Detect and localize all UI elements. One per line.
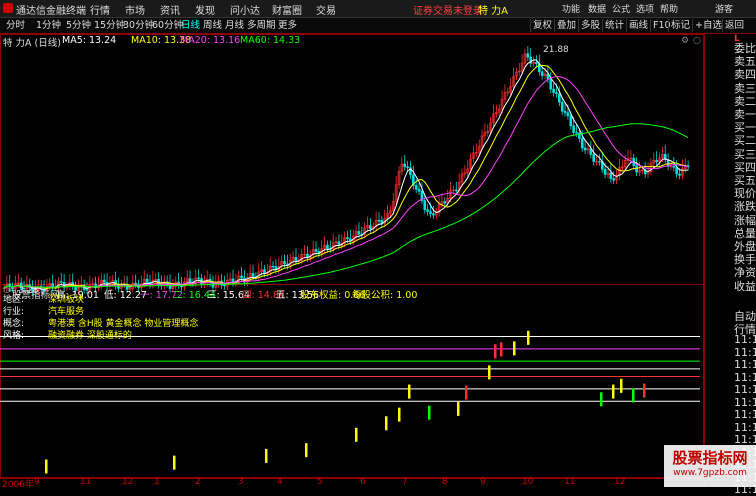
time-tick: 12 (614, 477, 626, 487)
indicator-row-value: 融资融券 深股通标的 (48, 331, 132, 341)
menu-quotes[interactable]: 行情 (90, 2, 110, 17)
time-tick: 1 (154, 477, 160, 487)
menu-function[interactable]: 功能 (562, 2, 580, 15)
overlay-button[interactable]: 叠加 (554, 19, 578, 32)
menu-discover[interactable]: 发现 (195, 2, 215, 17)
time-tick: 5 (317, 477, 323, 487)
chart-title: 特 力A (日线) (3, 38, 61, 49)
tab-1min[interactable]: 1分钟 (34, 19, 63, 32)
tab-more[interactable]: 更多 (276, 19, 299, 32)
tab-intraday[interactable]: 分时 (4, 19, 27, 32)
chart-canvas[interactable] (0, 34, 704, 478)
menu-market[interactable]: 市场 (125, 2, 145, 17)
stats-button[interactable]: 统计 (602, 19, 626, 32)
price-candles (2, 46, 690, 297)
watermark-url: www.7gpzb.com (673, 468, 747, 478)
tab-daily[interactable]: 日线 (179, 19, 202, 32)
tick-item: 11:1 (734, 408, 756, 421)
draw-button[interactable]: 画线 (626, 19, 650, 32)
time-tick: 7 (402, 477, 408, 487)
ma5-label: MA5: 13.24 (62, 35, 117, 46)
chart-settings-icon[interactable]: ⚙ (681, 36, 689, 46)
watermark: 股票指标网 www.7gpzb.com (664, 445, 756, 487)
moving-averages (3, 59, 689, 291)
time-tick: 10 (522, 477, 534, 487)
back-button[interactable]: 返回 (722, 19, 746, 32)
tick-item: 11:1 (734, 383, 756, 396)
time-tick: 9 (480, 477, 486, 487)
menu-trade[interactable]: 交易 (316, 2, 336, 17)
ma60-label: MA60: 14.33 (240, 35, 301, 46)
menu-options[interactable]: 选项 (636, 2, 654, 15)
tab-multi-period[interactable]: 多周期 (245, 19, 278, 32)
tick-item: 11:1 (734, 358, 756, 371)
mark-button[interactable]: 标记 (668, 19, 692, 32)
add-favorite-button[interactable]: +自选 (692, 19, 724, 32)
indicator-plot (0, 330, 700, 474)
tab-monthly[interactable]: 月线 (223, 19, 246, 32)
tab-weekly[interactable]: 周线 (201, 19, 224, 32)
title-bar: 通达信金融终端 行情 市场 资讯 发现 问小达 财富圈 交易 证券交易未登录 特… (0, 0, 756, 18)
tick-item: 11:1 (734, 395, 756, 409)
adjust-button[interactable]: 复权 (530, 19, 554, 32)
multi-stock-button[interactable]: 多股 (578, 19, 602, 32)
menu-ask[interactable]: 问小达 (230, 2, 260, 17)
time-tick: 6 (360, 477, 366, 487)
indicator-row-label: 风格: (3, 331, 25, 341)
time-tick: 11 (564, 477, 576, 487)
menu-help[interactable]: 帮助 (660, 2, 678, 15)
period-toolbar: 分时 1分钟 5分钟 15分钟 30分钟 60分钟 日线 周线 月线 多周期 更… (0, 18, 756, 34)
current-stock: 特 力A (478, 6, 509, 17)
time-tick: 2006年 (2, 480, 34, 490)
login-warning[interactable]: 证券交易未登录 (413, 2, 483, 17)
menu-formula[interactable]: 公式 (612, 2, 630, 15)
high-price-marker: 21.88 (543, 45, 569, 55)
side-label: 收益 (734, 279, 756, 293)
time-tick: 9 (34, 477, 40, 487)
time-tick: 4 (277, 477, 283, 487)
ma20-label: MA20: 13.16 (180, 35, 241, 46)
time-tick: 3 (238, 477, 244, 487)
time-tick: 8 (442, 477, 448, 487)
menu-data[interactable]: 数据 (588, 2, 606, 15)
tick-item: 11:1 (734, 333, 756, 346)
menu-wealth[interactable]: 财富圈 (272, 2, 302, 17)
indicator-value: 每股公积: 1.00 (352, 290, 418, 301)
time-tick: 2 (195, 477, 201, 487)
tick-item: 11:1 (734, 370, 756, 384)
menu-news[interactable]: 资讯 (160, 2, 180, 17)
user-guest[interactable]: 游客 (715, 2, 733, 15)
time-tick: 12 (122, 477, 134, 487)
tab-5min[interactable]: 5分钟 (64, 19, 93, 32)
app-title: 通达信金融终端 (16, 6, 86, 17)
watermark-title: 股票指标网 (672, 449, 748, 467)
time-tick: 11 (80, 477, 92, 487)
chart-close-icon[interactable]: ○ (693, 36, 701, 46)
app-logo-icon (3, 3, 13, 13)
tick-item: 11:1 (734, 420, 756, 434)
tick-item: 11:1 (734, 345, 756, 359)
